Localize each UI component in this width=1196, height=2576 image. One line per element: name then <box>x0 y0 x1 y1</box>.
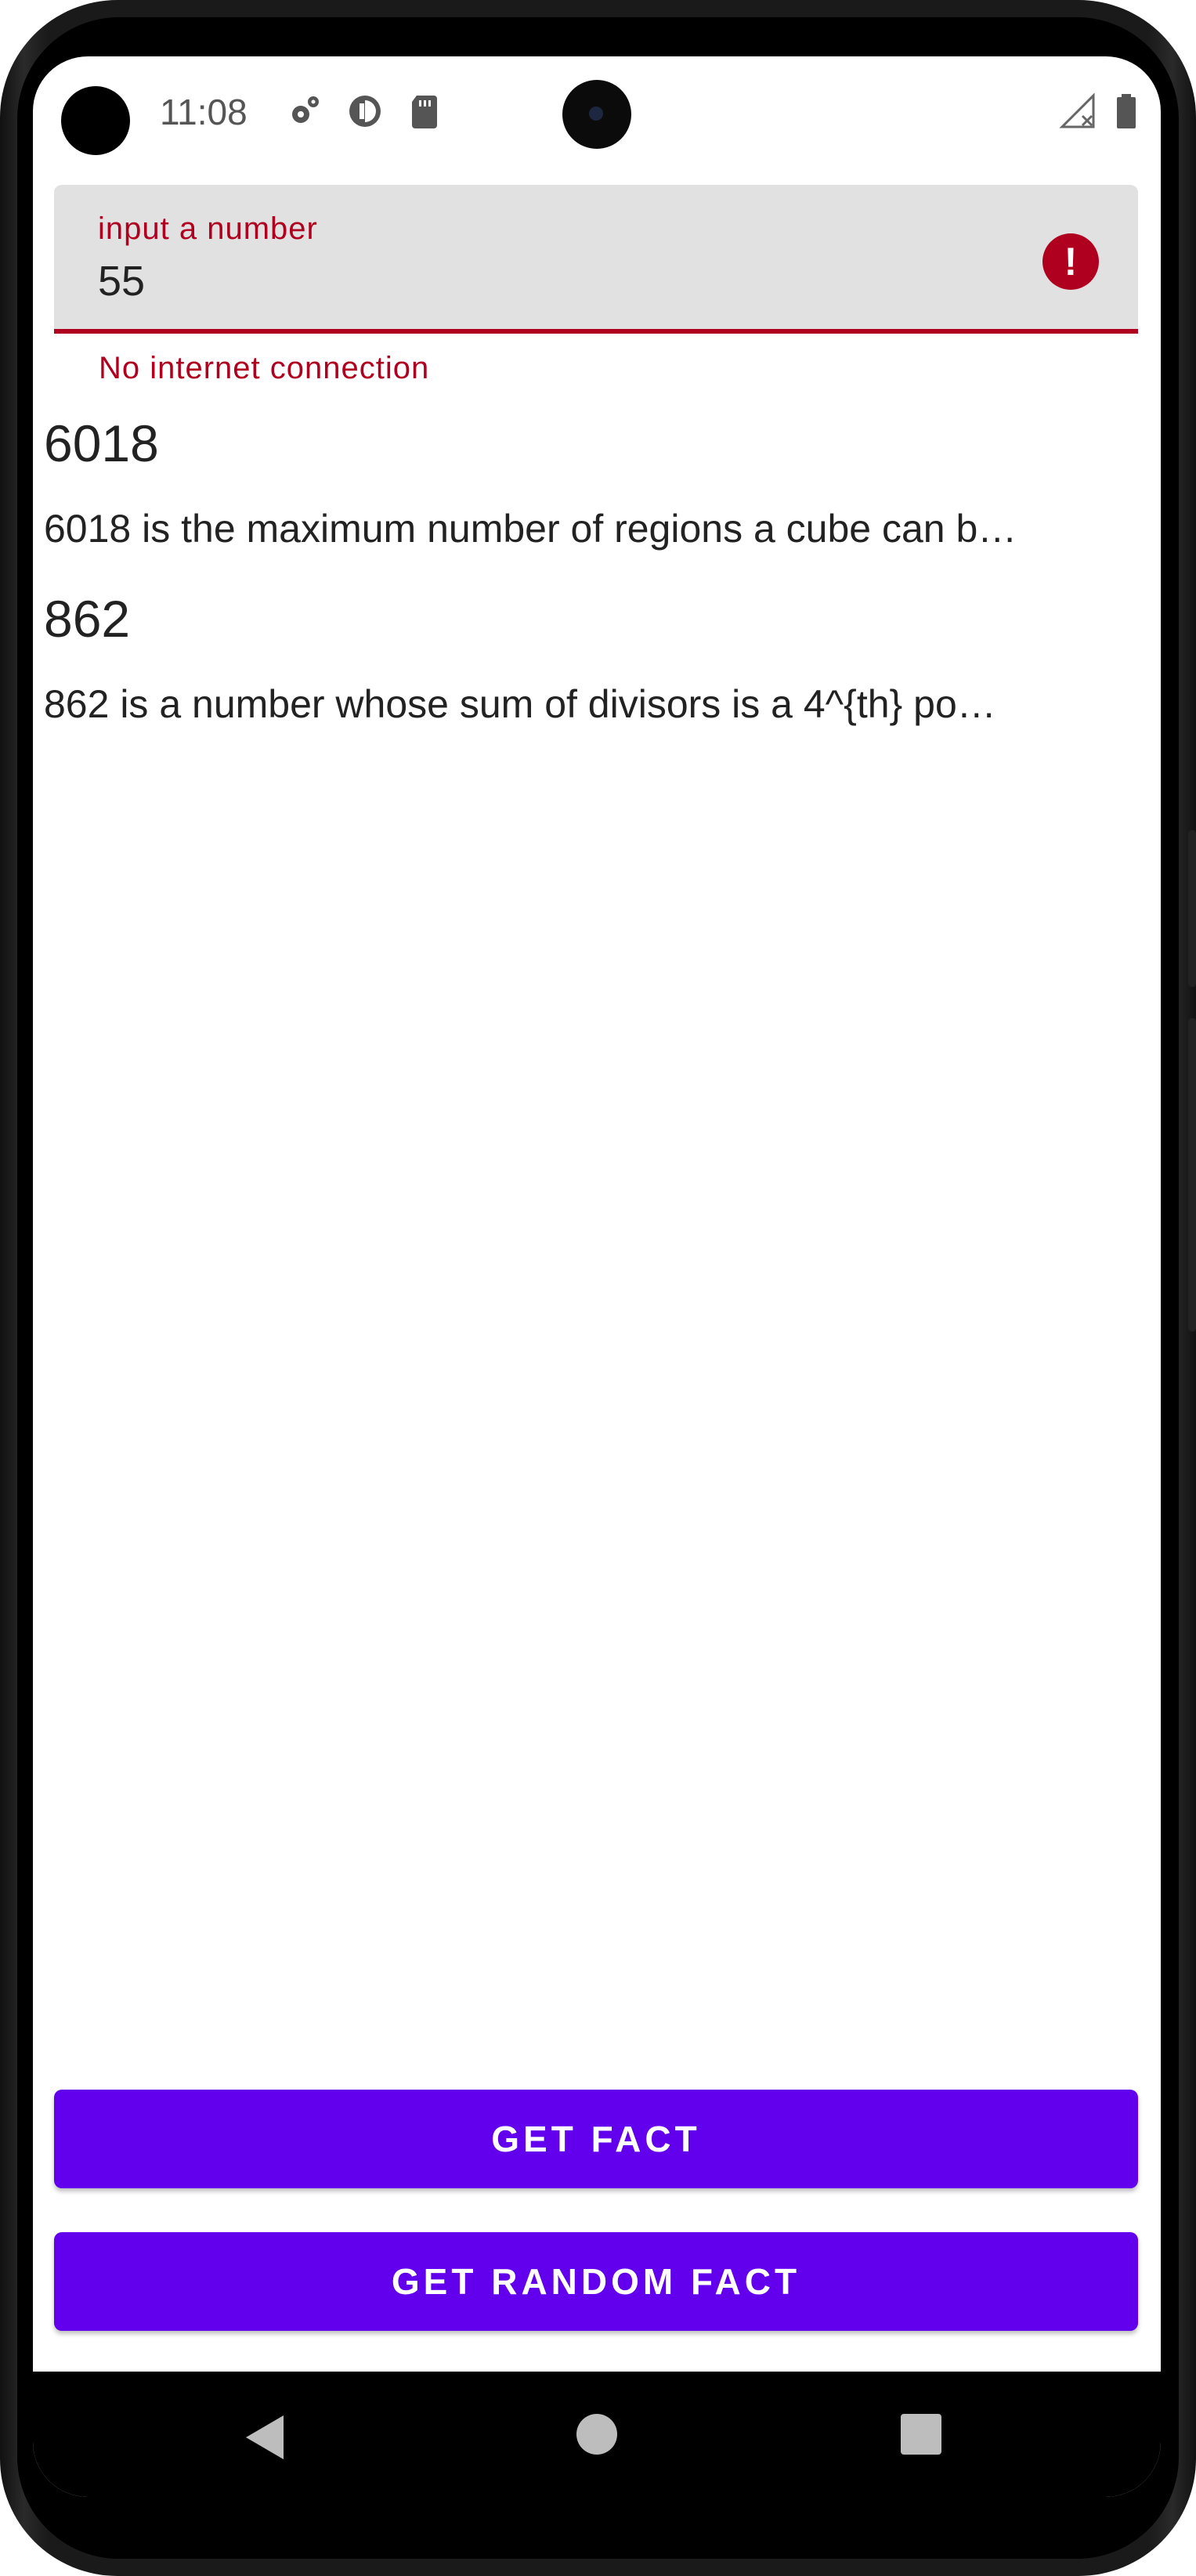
fact-title: 6018 <box>44 414 159 472</box>
recents-icon[interactable] <box>901 2414 941 2455</box>
fact-text: 6018 is the maximum number of regions a … <box>44 507 1017 551</box>
fact-title: 862 <box>44 590 131 648</box>
notification-dot <box>61 86 130 155</box>
back-icon[interactable] <box>246 2415 284 2459</box>
data-saver-icon <box>346 92 384 130</box>
number-input-label: input a number <box>98 211 318 246</box>
number-input[interactable]: input a number 55 ! <box>54 185 1138 334</box>
front-camera <box>562 80 631 149</box>
error-message: No internet connection <box>99 351 430 385</box>
navigation-bar <box>33 2372 1161 2497</box>
number-input-value[interactable]: 55 <box>98 257 145 305</box>
sd-card-icon <box>406 92 443 130</box>
device-frame: 11:08 input a number 55 ! No internet co… <box>0 0 1196 2576</box>
error-icon: ! <box>1042 233 1099 290</box>
get-fact-button[interactable]: GET FACT <box>54 2090 1138 2188</box>
fact-text: 862 is a number whose sum of divisors is… <box>44 682 996 726</box>
get-random-fact-button[interactable]: GET RANDOM FACT <box>54 2232 1138 2331</box>
volume-button <box>1188 830 1196 987</box>
home-icon[interactable] <box>576 2414 617 2455</box>
app-screen: 11:08 input a number 55 ! No internet co… <box>33 56 1161 2497</box>
settings-gear-icon <box>285 92 323 130</box>
status-bar: 11:08 <box>33 56 1161 174</box>
battery-icon <box>1107 92 1145 130</box>
power-button <box>1188 1018 1196 1331</box>
status-time: 11:08 <box>160 92 248 132</box>
signal-off-icon <box>1059 92 1097 130</box>
